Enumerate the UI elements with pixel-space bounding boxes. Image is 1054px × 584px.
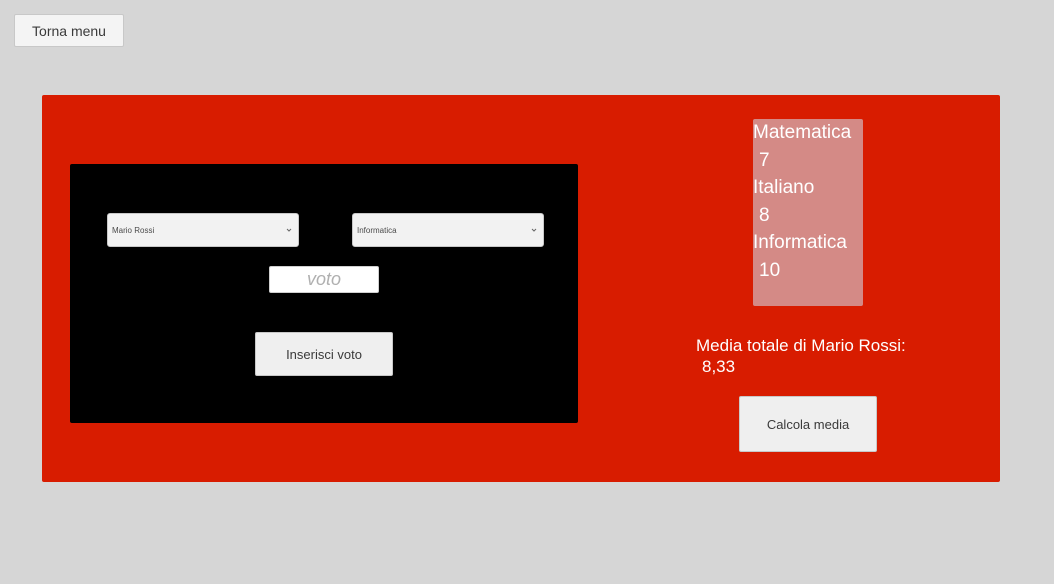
list-item: Matematica 7 <box>753 119 863 174</box>
subject-select-value: Informatica <box>357 225 397 235</box>
average-value: 8,33 <box>702 357 736 376</box>
back-to-menu-button[interactable]: Torna menu <box>14 14 124 47</box>
chevron-down-icon <box>531 228 537 232</box>
chevron-down-icon <box>286 228 292 232</box>
student-select-value: Mario Rossi <box>112 225 155 235</box>
vote-input[interactable] <box>269 266 379 293</box>
subject-select[interactable]: Informatica <box>352 213 544 247</box>
grade-value: 8 <box>759 204 770 226</box>
grade-value: 10 <box>759 259 781 281</box>
average-label: Media totale di Mario Rossi: <box>696 336 906 355</box>
grade-subject: Matematica <box>753 122 852 143</box>
grade-value: 7 <box>759 149 770 171</box>
list-item: Italiano 8 <box>753 174 863 229</box>
student-select[interactable]: Mario Rossi <box>107 213 299 247</box>
grade-subject: Italiano <box>753 177 815 198</box>
calculate-average-button[interactable]: Calcola media <box>739 396 877 452</box>
grade-entry-form: Mario Rossi Informatica Inserisci voto <box>70 164 578 423</box>
insert-vote-button[interactable]: Inserisci voto <box>255 332 393 376</box>
main-panel: Mario Rossi Informatica Inserisci voto M… <box>42 95 1000 482</box>
list-item: Informatica 10 <box>753 229 863 284</box>
grades-list: Matematica 7 Italiano 8 Informatica 10 <box>753 119 863 306</box>
grade-subject: Informatica <box>753 232 847 253</box>
